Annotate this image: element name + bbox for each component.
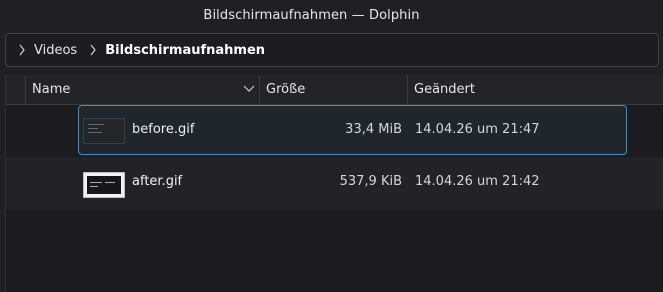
column-header-name-label: Name [32,82,71,97]
breadcrumb-item-videos[interactable]: Videos [34,43,77,58]
breadcrumb-item-bildschirmaufnahmen[interactable]: Bildschirmaufnahmen [105,43,265,58]
title-bar[interactable]: Bildschirmaufnahmen — Dolphin [0,0,663,30]
table-row[interactable]: after.gif 537,9 KiB 14.04.26 um 21:42 [6,157,663,209]
chevron-down-icon [243,83,255,98]
dolphin-window: Bildschirmaufnahmen — Dolphin Videos Bil… [0,0,663,292]
column-header-size[interactable]: Größe [260,75,408,104]
header-spacer [6,75,26,104]
file-name: before.gif [132,122,195,137]
column-header: Name Größe Geändert [6,75,663,105]
file-size: 33,4 MiB [345,122,402,137]
file-modified: 14.04.26 um 21:47 [415,122,540,137]
file-thumbnail [83,172,125,198]
window-title: Bildschirmaufnahmen — Dolphin [203,7,420,23]
file-size: 537,9 KiB [339,174,402,189]
file-list-view[interactable]: Name Größe Geändert before.gif 33,4 MiB … [5,75,663,292]
file-thumbnail [83,118,125,144]
column-header-modified-label: Geändert [414,82,475,97]
table-row[interactable]: before.gif 33,4 MiB 14.04.26 um 21:47 [6,105,663,157]
breadcrumb[interactable]: Videos Bildschirmaufnahmen [5,33,659,67]
file-name: after.gif [132,174,183,189]
column-header-name[interactable]: Name [26,75,260,104]
column-header-modified[interactable]: Geändert [408,75,663,104]
chevron-right-icon[interactable] [14,44,30,56]
column-header-size-label: Größe [266,82,306,97]
chevron-right-icon[interactable] [85,44,101,56]
file-modified: 14.04.26 um 21:42 [415,174,540,189]
